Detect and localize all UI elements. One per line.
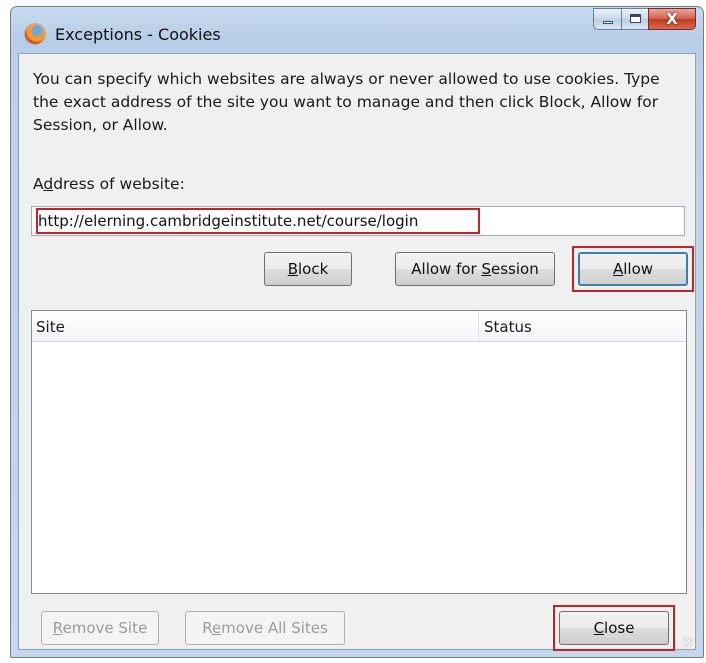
block-button[interactable]: Block xyxy=(264,252,352,286)
exceptions-dialog: Exceptions - Cookies X You can specify w… xyxy=(10,6,704,658)
resize-grip-icon[interactable] xyxy=(683,637,693,647)
close-window-button[interactable]: X xyxy=(648,8,696,30)
maximize-icon xyxy=(630,14,641,23)
allow-for-session-button[interactable]: Allow for Session xyxy=(395,252,555,286)
close-button[interactable]: Close xyxy=(559,611,669,645)
list-header: Site Status xyxy=(32,311,686,342)
close-icon: X xyxy=(666,10,678,28)
allow-button[interactable]: Allow xyxy=(578,252,688,286)
title-bar[interactable]: Exceptions - Cookies X xyxy=(11,7,703,53)
window-title: Exceptions - Cookies xyxy=(55,25,221,44)
minimize-button[interactable] xyxy=(593,8,621,30)
address-input[interactable] xyxy=(31,206,685,236)
window-controls: X xyxy=(593,8,696,30)
address-label: Address of website: xyxy=(33,175,185,193)
maximize-button[interactable] xyxy=(621,8,648,30)
column-site[interactable]: Site xyxy=(36,318,65,336)
dialog-content: You can specify which websites are alway… xyxy=(18,53,696,651)
column-status[interactable]: Status xyxy=(484,318,532,336)
instructions-text: You can specify which websites are alway… xyxy=(33,70,660,134)
remove-site-button[interactable]: Remove Site xyxy=(41,611,159,645)
sites-list[interactable]: Site Status xyxy=(31,310,687,594)
remove-all-sites-button[interactable]: Remove All Sites xyxy=(185,611,345,645)
firefox-icon xyxy=(25,24,45,44)
minimize-icon xyxy=(603,21,613,24)
column-divider[interactable] xyxy=(478,311,479,341)
